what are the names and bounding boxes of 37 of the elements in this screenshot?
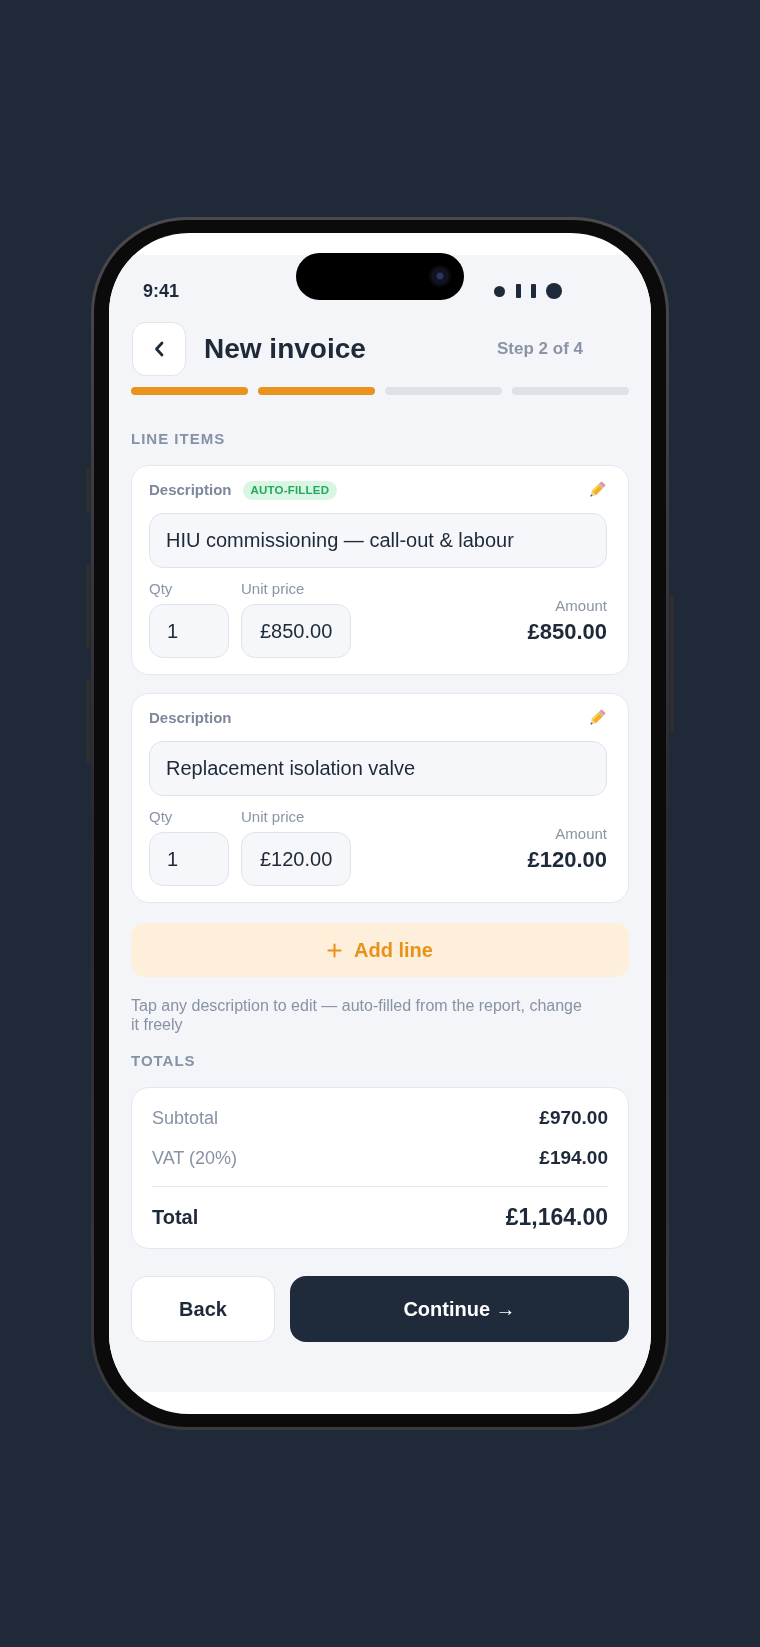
field-label: Unit price [241, 580, 306, 598]
help-text: Tap any description to edit — auto-filled from the report, change it freely [131, 996, 583, 1034]
field-label: Qty [149, 808, 174, 826]
totals-label: Subtotal [152, 1107, 219, 1130]
back-button[interactable]: Back [131, 1276, 275, 1342]
field-label: Description [149, 481, 232, 499]
page-title: New invoice [204, 332, 366, 366]
field-label: Qty [149, 580, 174, 598]
total-value: £1,164.00 [505, 1203, 608, 1231]
status-dot-icon [494, 285, 505, 297]
section-heading: TOTALS [131, 1052, 197, 1070]
qty-field[interactable]: 1 [149, 832, 229, 886]
status-time: 9:41 [143, 280, 180, 303]
total-label: Total [152, 1205, 199, 1230]
amount-label: Amount [555, 597, 607, 615]
description-field[interactable]: HIU commissioning — call-out & labour [149, 513, 607, 568]
field-label: Unit price [241, 808, 306, 826]
plus-icon [327, 942, 343, 958]
amount-value: £850.00 [527, 619, 607, 645]
continue-button[interactable]: Continue → [290, 1276, 629, 1342]
step-indicator: Step 2 of 4 [497, 338, 583, 360]
header-back-button[interactable] [132, 322, 186, 376]
totals-label: VAT (20%) [152, 1147, 238, 1170]
field-label: Description [149, 709, 232, 727]
amount-value: £120.00 [527, 847, 607, 873]
unit-price-field[interactable]: £120.00 [241, 832, 352, 886]
totals-value: £970.00 [539, 1106, 608, 1130]
totals-value: £194.00 [539, 1146, 608, 1170]
chevron-left-icon [154, 341, 164, 357]
amount-label: Amount [555, 825, 607, 843]
description-field[interactable]: Replacement isolation valve [149, 741, 607, 796]
status-circle-icon [546, 283, 562, 299]
qty-field[interactable]: 1 [149, 604, 229, 658]
source-badge: AUTO-FILLED [242, 480, 338, 500]
section-heading: LINE ITEMS [131, 430, 227, 448]
status-bars-icon [516, 284, 536, 298]
unit-price-field[interactable]: £850.00 [241, 604, 352, 658]
